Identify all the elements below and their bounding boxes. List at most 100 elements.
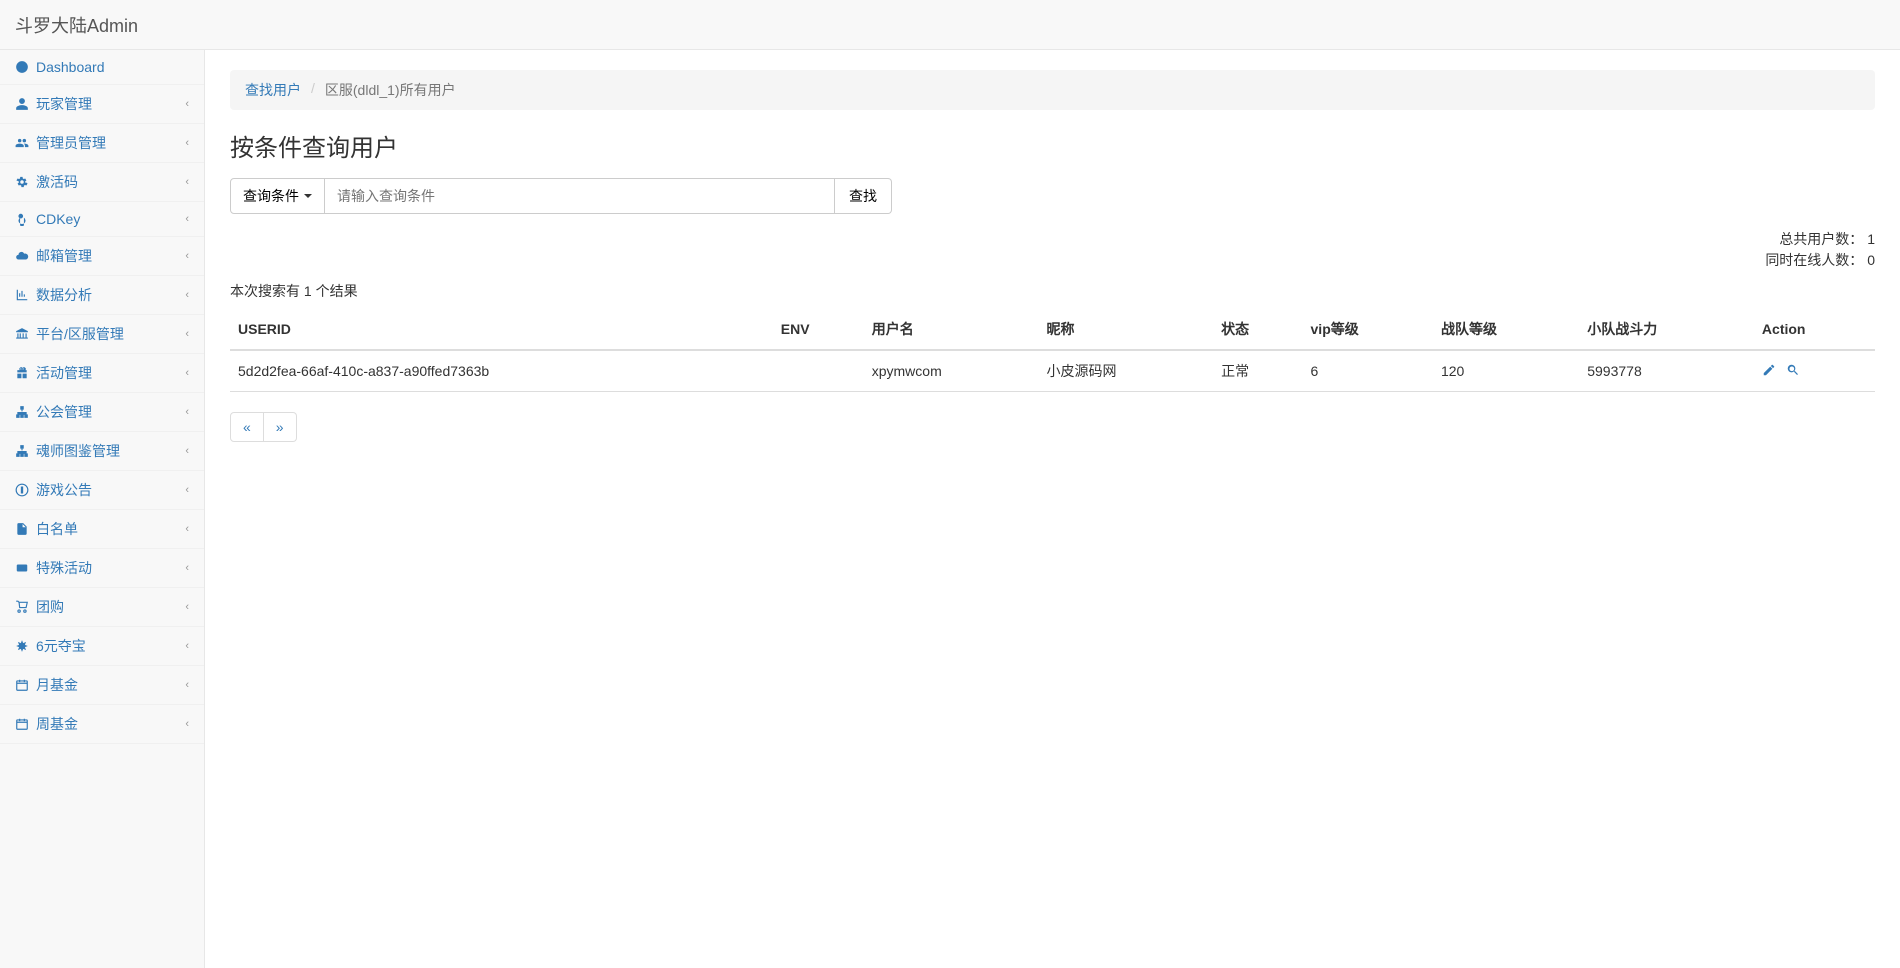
sidebar-item-10[interactable]: 魂师图鉴管理 ‹ xyxy=(0,432,204,471)
result-count: 本次搜索有 1 个结果 xyxy=(230,281,1875,301)
cell-team_level: 120 xyxy=(1433,350,1579,392)
brand-title: 斗罗大陆Admin xyxy=(15,12,138,38)
breadcrumb: 查找用户 / 区服(dldl_1)所有用户 xyxy=(230,70,1875,110)
sidebar-item-12[interactable]: 白名单 ‹ xyxy=(0,510,204,549)
sidebar-item-label: 玩家管理 xyxy=(36,94,92,114)
sidebar-item-3[interactable]: 激活码 ‹ xyxy=(0,163,204,202)
sidebar-item-17[interactable]: 周基金‹ xyxy=(0,705,204,744)
user-icon xyxy=(15,97,29,111)
chart-icon xyxy=(15,288,29,302)
sidebar-item-2[interactable]: 管理员管理 ‹ xyxy=(0,124,204,163)
sidebar-item-label: Dashboard xyxy=(36,59,105,75)
sidebar-item-label: 6元夺宝 xyxy=(36,636,86,656)
sidebar-item-label: CDKey xyxy=(36,211,80,227)
sitemap-icon xyxy=(15,444,29,458)
online-users-value: 0 xyxy=(1867,252,1875,268)
sidebar-item-label: 活动管理 xyxy=(36,363,92,383)
sidebar-item-8[interactable]: 活动管理 ‹ xyxy=(0,354,204,393)
key-icon xyxy=(15,212,29,226)
chevron-left-icon: ‹ xyxy=(185,213,189,225)
search-form: 查询条件 查找 xyxy=(230,178,1875,214)
dropdown-label: 查询条件 xyxy=(243,186,299,206)
calendar-icon xyxy=(15,717,29,731)
search-button[interactable]: 查找 xyxy=(835,178,892,214)
sidebar-item-label: 月基金 xyxy=(36,675,78,695)
sidebar-item-label: 游戏公告 xyxy=(36,480,92,500)
sidebar-item-14[interactable]: 团购‹ xyxy=(0,588,204,627)
chevron-left-icon: ‹ xyxy=(185,679,189,691)
chevron-left-icon: ‹ xyxy=(185,137,189,149)
sidebar-item-label: 数据分析 xyxy=(36,285,92,305)
topbar: 斗罗大陆Admin xyxy=(0,0,1900,50)
chevron-left-icon: ‹ xyxy=(185,445,189,457)
cell-userid: 5d2d2fea-66af-410c-a837-a90ffed7363b xyxy=(230,350,773,392)
sidebar-item-16[interactable]: 月基金 ‹ xyxy=(0,666,204,705)
sidebar-item-11[interactable]: 游戏公告 ‹ xyxy=(0,471,204,510)
sidebar-item-label: 团购 xyxy=(36,597,64,617)
cell-nickname: 小皮源码网 xyxy=(1038,350,1213,392)
total-users-label: 总共用户数： xyxy=(1779,231,1863,247)
sidebar-item-9[interactable]: 公会管理‹ xyxy=(0,393,204,432)
total-users-value: 1 xyxy=(1867,231,1875,247)
cloud-icon xyxy=(15,249,29,263)
main-content: 查找用户 / 区服(dldl_1)所有用户 按条件查询用户 查询条件 查找 总共… xyxy=(205,50,1900,968)
chevron-left-icon: ‹ xyxy=(185,523,189,535)
sidebar-item-7[interactable]: 平台/区服管理‹ xyxy=(0,315,204,354)
sidebar-item-1[interactable]: 玩家管理 ‹ xyxy=(0,85,204,124)
breadcrumb-current: 区服(dldl_1)所有用户 xyxy=(325,80,456,100)
info-icon xyxy=(15,483,29,497)
sidebar-item-label: 激活码 xyxy=(36,172,78,192)
sidebar-item-label: 周基金 xyxy=(36,714,78,734)
sitemap-icon xyxy=(15,405,29,419)
dashboard-icon xyxy=(15,60,29,74)
sidebar-item-13[interactable]: 特殊活动‹ xyxy=(0,549,204,588)
search-input[interactable] xyxy=(325,178,835,214)
cell-action xyxy=(1754,350,1875,392)
cart-icon xyxy=(15,600,29,614)
table-header: vip等级 xyxy=(1303,309,1433,350)
sidebar-item-label: 平台/区服管理 xyxy=(36,324,124,344)
table-header: 昵称 xyxy=(1038,309,1213,350)
edit-icon[interactable] xyxy=(1762,363,1776,380)
stats-block: 总共用户数： 1 同时在线人数： 0 xyxy=(230,229,1875,271)
chevron-left-icon: ‹ xyxy=(185,367,189,379)
search-icon[interactable] xyxy=(1786,363,1800,380)
search-criteria-dropdown[interactable]: 查询条件 xyxy=(230,178,325,214)
page-next-button[interactable]: » xyxy=(264,412,297,442)
chevron-left-icon: ‹ xyxy=(185,640,189,652)
page-title: 按条件查询用户 xyxy=(230,128,1875,163)
sidebar-item-label: 白名单 xyxy=(36,519,78,539)
cell-username: xpymwcom xyxy=(864,350,1039,392)
sidebar-item-5[interactable]: 邮箱管理 ‹ xyxy=(0,237,204,276)
chevron-left-icon: ‹ xyxy=(185,562,189,574)
chevron-left-icon: ‹ xyxy=(185,250,189,262)
chevron-left-icon: ‹ xyxy=(185,484,189,496)
table-header: USERID xyxy=(230,309,773,350)
sidebar-item-0[interactable]: Dashboard xyxy=(0,50,204,85)
results-table: USERIDENV用户名昵称状态vip等级战队等级小队战斗力Action 5d2… xyxy=(230,309,1875,392)
sidebar-item-label: 邮箱管理 xyxy=(36,246,92,266)
sidebar-item-6[interactable]: 数据分析‹ xyxy=(0,276,204,315)
sidebar-item-label: 管理员管理 xyxy=(36,133,106,153)
sidebar-item-15[interactable]: 6元夺宝 ‹ xyxy=(0,627,204,666)
table-header: 状态 xyxy=(1213,309,1302,350)
users-icon xyxy=(15,136,29,150)
file-icon xyxy=(15,522,29,536)
breadcrumb-separator: / xyxy=(311,80,315,100)
caret-down-icon xyxy=(304,194,312,198)
gear-icon xyxy=(15,175,29,189)
ticket-icon xyxy=(15,561,29,575)
chevron-left-icon: ‹ xyxy=(185,98,189,110)
burst-icon xyxy=(15,639,29,653)
breadcrumb-link[interactable]: 查找用户 xyxy=(245,80,301,100)
table-header: 战队等级 xyxy=(1433,309,1579,350)
bank-icon xyxy=(15,327,29,341)
chevron-left-icon: ‹ xyxy=(185,176,189,188)
sidebar-item-4[interactable]: CDKey ‹ xyxy=(0,202,204,237)
table-header: ENV xyxy=(773,309,864,350)
sidebar-item-label: 魂师图鉴管理 xyxy=(36,441,120,461)
table-row: 5d2d2fea-66af-410c-a837-a90ffed7363b xpym… xyxy=(230,350,1875,392)
page-prev-button[interactable]: « xyxy=(230,412,264,442)
sidebar-item-label: 公会管理 xyxy=(36,402,92,422)
gift-icon xyxy=(15,366,29,380)
